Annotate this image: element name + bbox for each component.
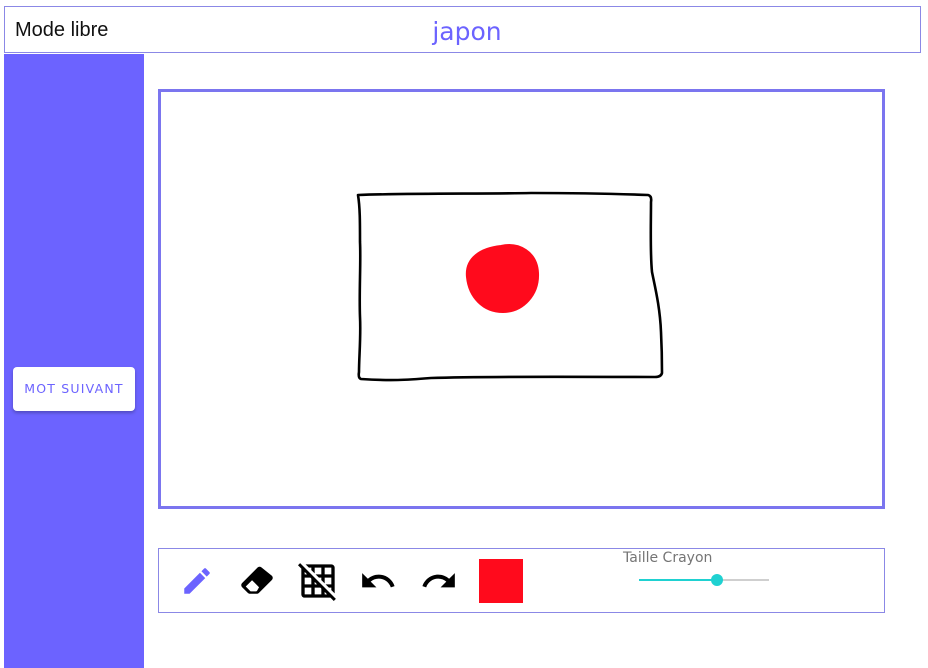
top-bar: Mode libre japon: [4, 6, 921, 53]
drawing-canvas[interactable]: [158, 89, 885, 509]
pen-size-slider[interactable]: [639, 569, 769, 591]
eraser-icon[interactable]: [237, 561, 277, 601]
slider-thumb[interactable]: [711, 574, 723, 586]
drawing-toolbar: Taille Crayon: [158, 548, 885, 613]
color-picker-swatch[interactable]: [479, 559, 523, 603]
redo-icon[interactable]: [419, 561, 459, 601]
word-to-draw: japon: [432, 17, 502, 46]
next-word-button[interactable]: MOT SUIVANT: [13, 367, 135, 411]
mode-title: Mode libre: [15, 19, 109, 41]
grid-off-icon[interactable]: [298, 561, 338, 601]
drawing-svg: [356, 191, 664, 382]
sidebar: MOT SUIVANT: [4, 54, 144, 668]
slider-track: [639, 579, 717, 581]
red-circle-stroke: [465, 244, 540, 314]
undo-icon[interactable]: [358, 561, 398, 601]
pen-size-label: Taille Crayon: [623, 550, 713, 566]
pencil-icon[interactable]: [177, 561, 217, 601]
